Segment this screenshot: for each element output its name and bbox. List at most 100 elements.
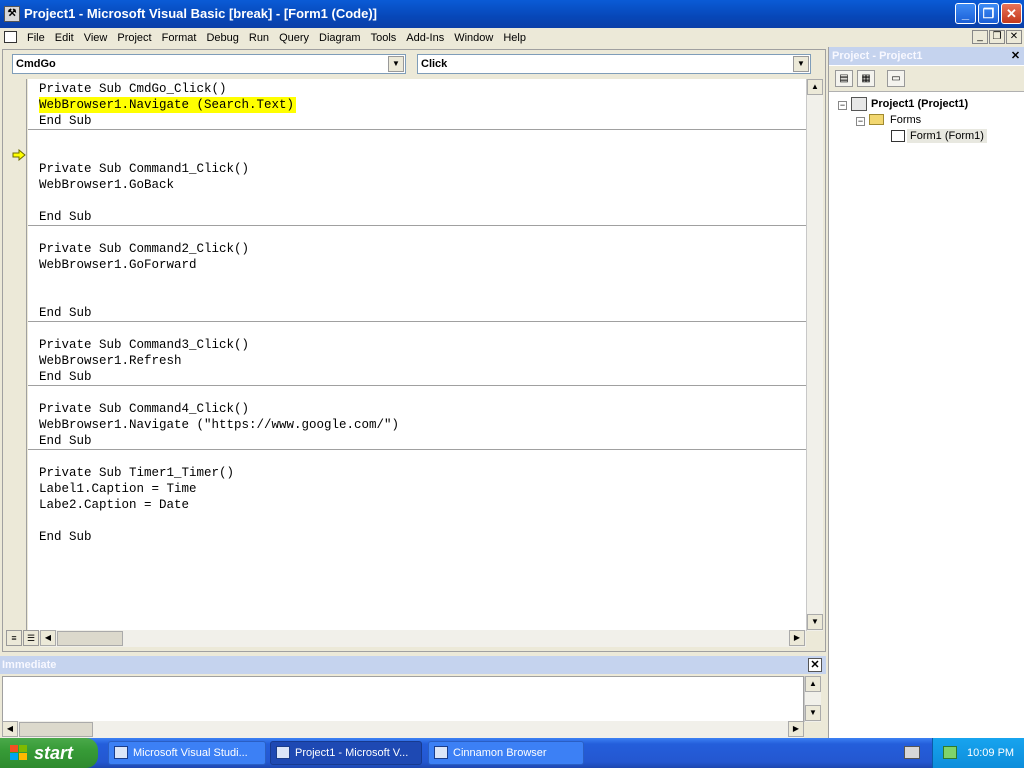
immediate-close-icon[interactable]: ✕ [808,658,822,672]
menu-add-ins[interactable]: Add-Ins [401,31,449,45]
close-icon: ✕ [1006,6,1017,21]
code-line[interactable]: WebBrowser1.Refresh [39,353,182,369]
code-editor[interactable]: Private Sub CmdGo_Click() WebBrowser1.Na… [28,79,806,631]
menu-format[interactable]: Format [157,31,202,45]
code-horizontal-scrollbar[interactable]: ◀ ▶ [40,630,806,647]
code-line[interactable]: End Sub [39,113,92,129]
scroll-thumb[interactable] [57,631,123,646]
menu-run[interactable]: Run [244,31,274,45]
object-combo[interactable]: CmdGo ▼ [12,54,406,74]
project-icon [851,97,867,111]
task-project1[interactable]: Project1 - Microsoft V... [270,741,422,765]
code-line[interactable]: Private Sub CmdGo_Click() [39,81,227,97]
code-line[interactable]: WebBrowser1.GoForward [39,257,197,273]
keyboard-icon[interactable] [904,746,920,759]
project-toolbar: ▤ ▦ ▭ [829,66,1024,92]
menu-project[interactable]: Project [112,31,156,45]
toggle-folders-icon[interactable]: ▭ [887,70,905,87]
scroll-right-icon[interactable]: ▶ [789,630,805,646]
code-line[interactable]: WebBrowser1.GoBack [39,177,174,193]
tree-collapse-icon[interactable]: − [838,101,847,110]
menu-help[interactable]: Help [498,31,531,45]
menu-view[interactable]: View [79,31,113,45]
code-line[interactable]: Private Sub Command2_Click() [39,241,249,257]
scroll-thumb[interactable] [19,722,93,737]
procedure-view-icon[interactable]: ≡ [6,630,22,646]
code-line[interactable]: Private Sub Command3_Click() [39,337,249,353]
start-button[interactable]: start [0,738,98,768]
clock[interactable]: 10:09 PM [967,738,1014,768]
scroll-down-icon[interactable]: ▼ [805,705,821,721]
code-vertical-scrollbar[interactable]: ▲ ▼ [806,79,823,631]
view-code-icon[interactable]: ▤ [835,70,853,87]
restore-icon: ❐ [992,31,1002,42]
scroll-down-icon[interactable]: ▼ [807,614,823,630]
menu-tools[interactable]: Tools [366,31,402,45]
menu-file[interactable]: File [22,31,50,45]
menu-debug[interactable]: Debug [201,31,243,45]
project-close-icon[interactable]: ✕ [1009,50,1022,62]
scroll-up-icon[interactable]: ▲ [807,79,823,95]
scroll-left-icon[interactable]: ◀ [40,630,56,646]
code-line[interactable]: End Sub [39,305,92,321]
code-line[interactable]: Labe2.Caption = Date [39,497,189,513]
code-window-system-icon[interactable] [4,31,17,43]
tree-form1[interactable]: Form1 (Form1) [907,129,987,143]
tree-collapse-icon[interactable]: − [856,117,865,126]
view-object-icon[interactable]: ▦ [857,70,875,87]
procedure-combo[interactable]: Click ▼ [417,54,811,74]
menu-diagram[interactable]: Diagram [314,31,366,45]
minimize-icon: _ [977,31,983,42]
minimize-button[interactable]: _ [955,3,976,24]
scroll-up-icon[interactable]: ▲ [805,676,821,692]
execution-arrow-icon [12,149,26,161]
code-line[interactable]: Private Sub Command1_Click() [39,161,249,177]
code-line[interactable]: End Sub [39,369,92,385]
vb-app-icon [276,746,290,759]
window-title: Project1 - Microsoft Visual Basic [break… [24,6,377,21]
network-icon[interactable] [943,746,957,759]
object-combo-value: CmdGo [16,58,56,70]
mdi-minimize-button[interactable]: _ [972,30,988,44]
code-line[interactable]: Label1.Caption = Time [39,481,197,497]
code-line[interactable]: End Sub [39,433,92,449]
immediate-vertical-scrollbar[interactable]: ▲ ▼ [804,676,821,722]
scroll-left-icon[interactable]: ◀ [2,721,18,737]
current-code-line[interactable]: WebBrowser1.Navigate (Search.Text) [39,97,297,113]
code-line[interactable]: End Sub [39,209,92,225]
menu-bar: File Edit View Project Format Debug Run … [0,28,1024,48]
code-line[interactable]: WebBrowser1.Navigate ("https://www.googl… [39,417,399,433]
tree-project-root[interactable]: Project1 (Project1) [871,98,968,110]
mdi-restore-button[interactable]: ❐ [989,30,1005,44]
task-label: Project1 - Microsoft V... [295,747,409,759]
code-line[interactable]: End Sub [39,529,92,545]
window-icon [114,746,128,759]
procedure-separator [28,321,806,322]
procedure-separator [28,385,806,386]
procedure-separator [28,449,806,450]
task-visual-studio[interactable]: Microsoft Visual Studi... [108,741,266,765]
task-cinnamon-browser[interactable]: Cinnamon Browser [428,741,584,765]
chevron-down-icon[interactable]: ▼ [388,56,404,72]
close-button[interactable]: ✕ [1001,3,1022,24]
immediate-horizontal-scrollbar[interactable]: ◀ ▶ [2,721,804,738]
taskbar: start Microsoft Visual Studi... Project1… [0,738,1024,768]
mdi-close-button[interactable]: ✕ [1006,30,1022,44]
restore-button[interactable]: ❐ [978,3,999,24]
full-module-view-icon[interactable]: ☰ [23,630,39,646]
chevron-down-icon[interactable]: ▼ [793,56,809,72]
close-icon: ✕ [1009,31,1019,42]
code-line[interactable]: Private Sub Command4_Click() [39,401,249,417]
code-line[interactable]: Private Sub Timer1_Timer() [39,465,234,481]
vb-app-icon[interactable]: ⚒ [4,6,20,22]
windows-logo-icon [10,745,27,760]
menu-items: File Edit View Project Format Debug Run … [22,31,531,45]
immediate-input[interactable] [2,676,804,722]
margin-indicator-bar[interactable] [8,79,27,631]
menu-window[interactable]: Window [449,31,498,45]
tree-forms-folder[interactable]: Forms [890,114,921,126]
menu-edit[interactable]: Edit [50,31,79,45]
menu-query[interactable]: Query [274,31,314,45]
scroll-right-icon[interactable]: ▶ [788,721,804,737]
project-explorer: Project - Project1 ✕ ▤ ▦ ▭ − Project1 (P… [828,47,1024,739]
